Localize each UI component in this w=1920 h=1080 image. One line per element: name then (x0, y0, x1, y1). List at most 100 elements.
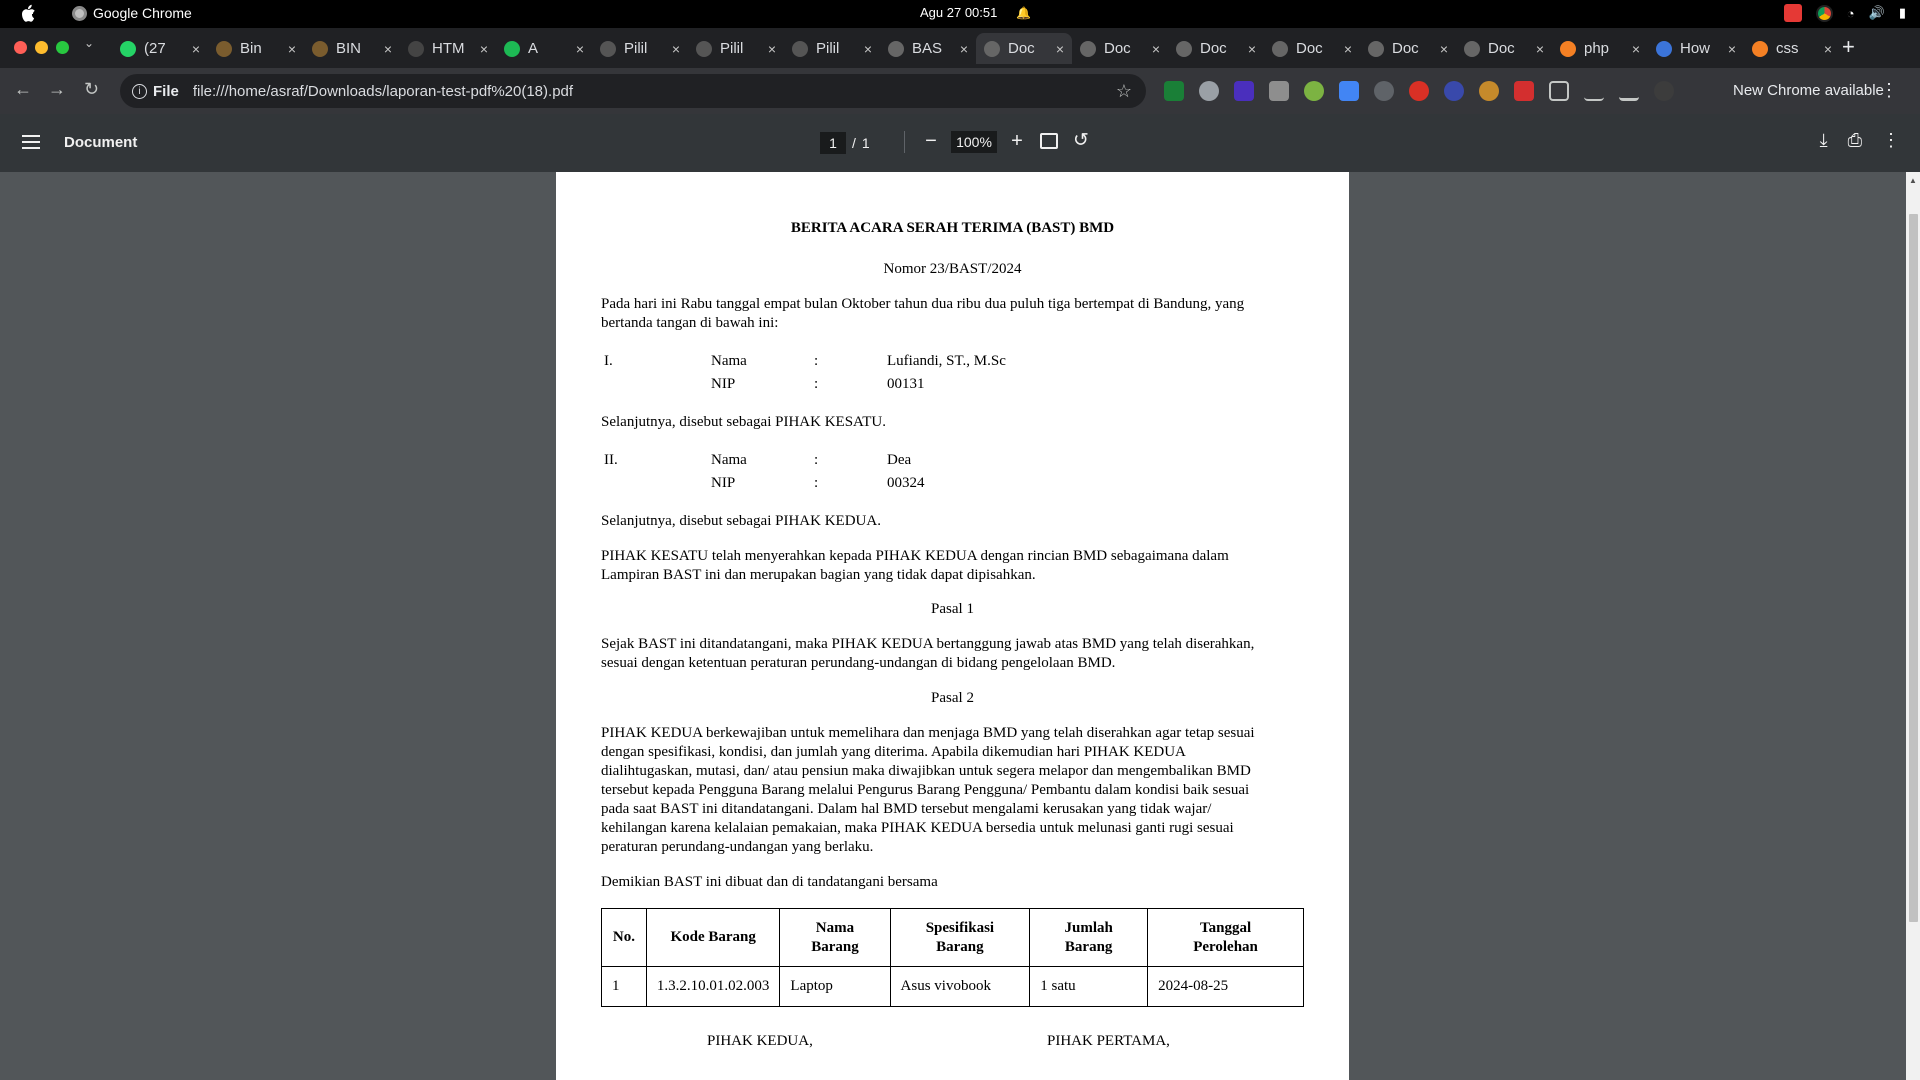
party2-name-row: II. Nama : Dea (604, 451, 1204, 470)
party2-nip-value: 00324 (887, 475, 925, 491)
pasal2-line: kehilangan karena kelalaian pemakaian, m… (601, 820, 1234, 836)
browser-tab[interactable]: Doc × (1360, 33, 1456, 64)
zoom-in-icon[interactable]: + (1007, 130, 1027, 153)
more-options-icon[interactable]: ⋮ (1882, 130, 1900, 151)
new-tab-button[interactable]: + (1842, 34, 1855, 60)
window-close-button[interactable] (14, 41, 27, 54)
media-controls-icon[interactable] (1584, 81, 1604, 101)
page-selector: 1 / 1 (820, 132, 870, 154)
notification-bell-icon[interactable]: 🔔 (1016, 6, 1031, 20)
back-arrow-icon[interactable]: ← (14, 79, 32, 100)
bookmark-star-icon[interactable]: ☆ (1116, 81, 1132, 102)
browser-tab[interactable]: Pilil × (784, 33, 880, 64)
tab-close-icon[interactable]: × (192, 41, 200, 57)
print-icon[interactable]: ⎙ (1848, 130, 1862, 151)
zoom-level-input[interactable]: 100% (951, 130, 997, 153)
intro-line: Pada hari ini Rabu tanggal empat bulan O… (601, 296, 1245, 312)
current-page-input[interactable]: 1 (820, 132, 846, 154)
screen-recorder-icon[interactable] (1783, 4, 1802, 22)
extension-icon[interactable] (1164, 81, 1184, 101)
tab-close-icon[interactable]: × (960, 41, 968, 57)
browser-tab[interactable]: php × (1552, 33, 1648, 64)
tab-close-icon[interactable]: × (480, 41, 488, 57)
browser-tab[interactable]: Doc × (1072, 33, 1168, 64)
extension-icon[interactable] (1514, 81, 1534, 101)
scroll-up-arrow-icon[interactable]: ▲ (1909, 176, 1917, 185)
toolbar-divider (904, 130, 905, 153)
extension-icon[interactable] (1304, 81, 1324, 101)
extension-icon[interactable] (1444, 81, 1464, 101)
rotate-icon[interactable]: ↺ (1073, 129, 1089, 152)
party2-name-value: Dea (887, 452, 912, 468)
tab-close-icon[interactable]: × (1056, 41, 1064, 57)
browser-tab[interactable]: Doc × (1168, 33, 1264, 64)
tab-close-icon[interactable]: × (864, 41, 872, 57)
volume-icon[interactable]: 🔊 (1869, 5, 1885, 21)
browser-tab[interactable]: BIN × (304, 33, 400, 64)
tab-close-icon[interactable]: × (288, 41, 296, 57)
browser-tab[interactable]: Bin × (208, 33, 304, 64)
chrome-menu-icon[interactable]: ⋮ (1880, 80, 1898, 101)
fit-to-page-icon[interactable] (1040, 133, 1058, 149)
tab-close-icon[interactable]: × (576, 41, 584, 57)
browser-tab[interactable]: Doc × (976, 33, 1072, 64)
window-zoom-button[interactable] (56, 41, 69, 54)
tab-close-icon[interactable]: × (672, 41, 680, 57)
sidebar-menu-icon[interactable] (22, 135, 40, 149)
tab-close-icon[interactable]: × (1728, 41, 1736, 57)
chrome-tray-icon[interactable] (1815, 4, 1833, 22)
apple-logo-icon[interactable] (20, 4, 36, 23)
browser-tab[interactable]: Doc × (1264, 33, 1360, 64)
whatsapp-icon (120, 40, 136, 57)
scrollbar-thumb[interactable] (1909, 214, 1918, 922)
browser-tab[interactable]: How × (1648, 33, 1744, 64)
party1-nip-row: NIP : 00131 (604, 375, 1204, 394)
system-clock[interactable]: Agu 27 00:51 (920, 5, 997, 20)
forward-arrow-icon[interactable]: → (48, 79, 66, 100)
tab-search-chevron-icon[interactable]: ⌄ (84, 36, 94, 50)
download-pdf-icon[interactable]: ⤓ (1820, 130, 1828, 151)
tab-close-icon[interactable]: × (1344, 41, 1352, 57)
browser-tab[interactable]: (27 × (112, 33, 208, 64)
extension-icon[interactable] (1479, 81, 1499, 101)
site-info-icon[interactable]: i (132, 83, 147, 99)
tab-close-icon[interactable]: × (768, 41, 776, 57)
tab-close-icon[interactable]: × (1248, 41, 1256, 57)
browser-tab[interactable]: A × (496, 33, 592, 64)
browser-tab[interactable]: Pilil × (592, 33, 688, 64)
zoom-out-icon[interactable]: − (921, 130, 941, 153)
extension-icon[interactable] (1374, 81, 1394, 101)
camera-extension-icon[interactable] (1269, 81, 1289, 101)
tab-close-icon[interactable]: × (1632, 41, 1640, 57)
battery-icon[interactable]: ▮ (1899, 5, 1906, 21)
browser-tab[interactable]: css × (1744, 33, 1840, 64)
browser-tab[interactable]: Pilil × (688, 33, 784, 64)
profile-avatar[interactable] (1654, 81, 1674, 101)
download-icon[interactable] (1619, 81, 1639, 101)
extension-icon[interactable] (1234, 81, 1254, 101)
extension-icon[interactable] (1199, 81, 1219, 101)
extensions-puzzle-icon[interactable] (1549, 81, 1569, 101)
tab-close-icon[interactable]: × (1536, 41, 1544, 57)
url-text[interactable]: file:///home/asraf/Downloads/laporan-tes… (193, 83, 573, 100)
page-scrollbar[interactable]: ▲ (1906, 172, 1920, 1080)
tab-close-icon[interactable]: × (1824, 41, 1832, 57)
pasal2-line: dengan spesifikasi, kondisi, dan jumlah … (601, 744, 1186, 760)
handover-line: Lampiran BAST ini dan merupakan bagian y… (601, 567, 1036, 583)
browser-tab[interactable]: Doc × (1456, 33, 1552, 64)
reload-icon[interactable]: ↻ (84, 79, 99, 100)
globe-icon (984, 40, 1000, 57)
pasal1-line: Sejak BAST ini ditandatangani, maka PIHA… (601, 636, 1255, 652)
address-bar[interactable]: i File file:///home/asraf/Downloads/lapo… (120, 74, 1146, 108)
tab-close-icon[interactable]: × (384, 41, 392, 57)
window-minimize-button[interactable] (35, 41, 48, 54)
extension-icon[interactable] (1409, 81, 1429, 101)
browser-tab[interactable]: BAS × (880, 33, 976, 64)
translate-extension-icon[interactable] (1339, 81, 1359, 101)
update-chrome-button[interactable]: New Chrome available (1733, 82, 1884, 99)
browser-tab[interactable]: HTM × (400, 33, 496, 64)
active-app[interactable]: Google Chrome (72, 5, 192, 21)
tab-close-icon[interactable]: × (1152, 41, 1160, 57)
tab-close-icon[interactable]: × (1440, 41, 1448, 57)
wifi-icon[interactable]: ◔ (1847, 6, 1855, 21)
